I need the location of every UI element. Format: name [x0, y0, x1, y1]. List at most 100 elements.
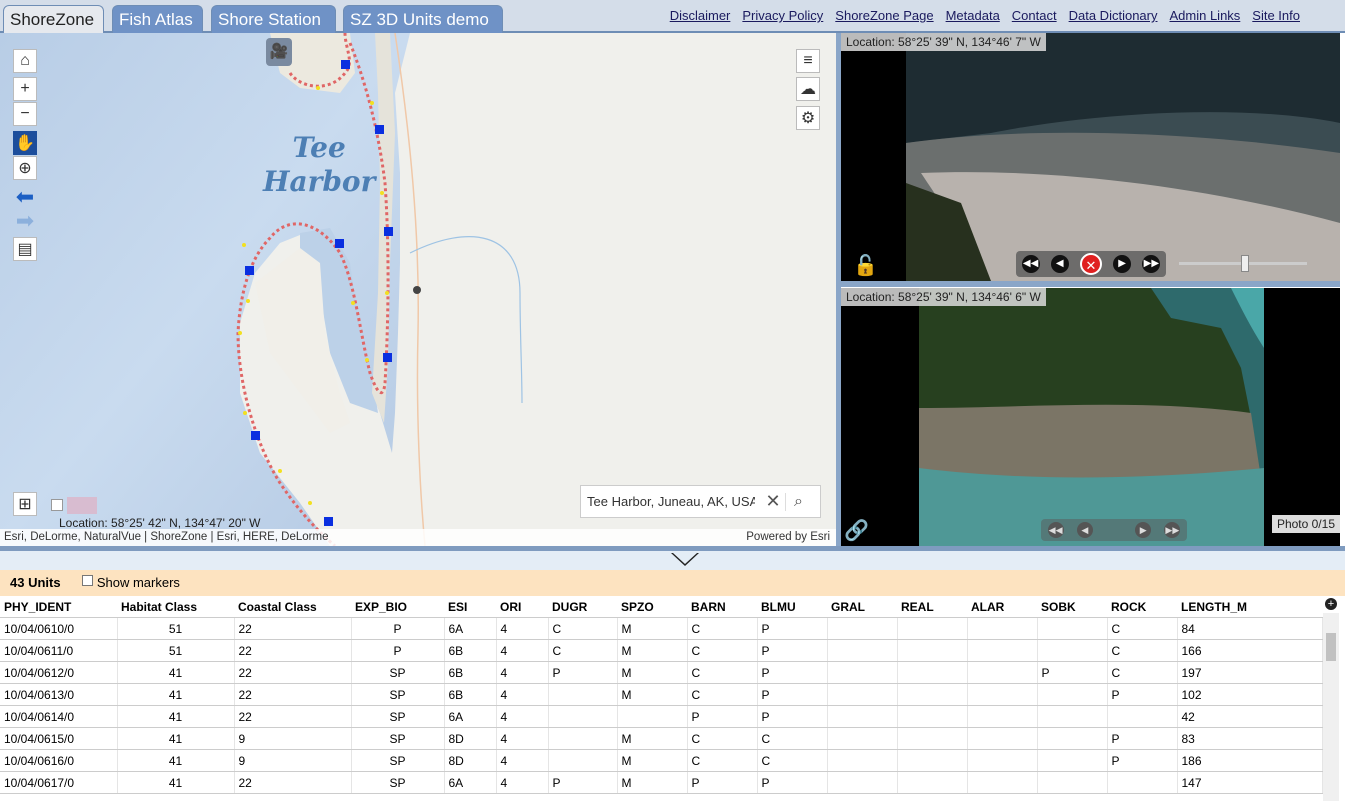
list-icon[interactable]: ≡: [796, 49, 820, 73]
step-forward-icon[interactable]: ▶: [1113, 255, 1132, 273]
cloud-download-icon[interactable]: ☁: [796, 77, 820, 101]
zoom-magnifier-icon[interactable]: ⊕: [13, 156, 37, 180]
forward-arrow-icon[interactable]: ➡: [13, 208, 37, 233]
photo-first-icon[interactable]: ◀◀: [1047, 522, 1064, 538]
header-esi[interactable]: ESI: [444, 597, 496, 618]
table-cell: C: [1107, 661, 1178, 684]
photo-location: Location: 58°25' 39" N, 134°46' 6" W: [841, 288, 1046, 306]
table-cell: 41: [117, 683, 235, 706]
map-attribution: Esri, DeLorme, NaturalVue | ShoreZone | …: [0, 529, 836, 546]
header-coastal-class[interactable]: Coastal Class: [234, 597, 351, 618]
header-gral[interactable]: GRAL: [827, 597, 897, 618]
table-row[interactable]: 10/04/0615/0 41 9 SP 8D 4 M C C P 83: [0, 727, 1323, 750]
link-chain-icon[interactable]: 🔗: [844, 518, 869, 543]
overlay-checkbox[interactable]: [51, 499, 63, 511]
link-privacy-policy[interactable]: Privacy Policy: [742, 8, 823, 23]
powered-by-esri[interactable]: Powered by Esri: [746, 531, 830, 543]
fast-forward-icon[interactable]: ▶▶: [1142, 255, 1161, 273]
table-row[interactable]: 10/04/0613/0 41 22 SP 6B 4 M C P P 102: [0, 683, 1323, 706]
layers-stack-icon[interactable]: ▤: [13, 237, 37, 261]
photo-prev-icon[interactable]: ◀: [1076, 522, 1093, 538]
table-cell: 10/04/0614/0: [0, 705, 118, 728]
table-row[interactable]: 10/04/0617/0 41 22 SP 6A 4 P M P P 147: [0, 771, 1323, 794]
map-location-readout: Location: 58°25' 42" N, 134°47' 20" W: [59, 516, 261, 530]
table-cell: [827, 727, 898, 750]
panel-splitter[interactable]: [0, 546, 1345, 570]
table-cell: 8D: [444, 749, 497, 772]
link-data-dictionary[interactable]: Data Dictionary: [1069, 8, 1158, 23]
speed-slider-handle[interactable]: [1241, 255, 1249, 272]
table-cell: 10/04/0616/0: [0, 749, 118, 772]
home-button[interactable]: ⌂: [13, 49, 37, 73]
search-input[interactable]: [581, 494, 761, 509]
tab-shore-station[interactable]: Shore Station: [211, 5, 336, 33]
link-metadata[interactable]: Metadata: [946, 8, 1000, 23]
speed-slider[interactable]: [1179, 255, 1307, 272]
table-cell: P: [687, 705, 758, 728]
gear-icon[interactable]: ⚙: [796, 106, 820, 130]
stop-icon[interactable]: ✕: [1079, 253, 1102, 275]
clear-search-icon[interactable]: ✕: [761, 491, 785, 512]
tab-sz-3d-units-demo[interactable]: SZ 3D Units demo: [343, 5, 503, 33]
header-alar[interactable]: ALAR: [967, 597, 1037, 618]
map-place-label: Tee Harbor: [263, 131, 375, 199]
table-body: 10/04/0610/0 51 22 P 6A 4 C M C P C 84 10/04/0611/0 5…: [0, 617, 1323, 794]
zoom-out-button[interactable]: −: [13, 102, 37, 126]
header-spzo[interactable]: SPZO: [617, 597, 687, 618]
table-row[interactable]: 10/04/0616/0 41 9 SP 8D 4 M C C P 186: [0, 749, 1323, 772]
table-cell: P: [548, 661, 618, 684]
table-cell: [967, 771, 1038, 794]
search-icon[interactable]: ⌕: [785, 492, 811, 511]
header-exp-bio[interactable]: EXP_BIO: [351, 597, 444, 618]
link-admin-links[interactable]: Admin Links: [1169, 8, 1240, 23]
show-markers-checkbox[interactable]: [82, 575, 94, 586]
photo-last-icon[interactable]: ▶▶: [1164, 522, 1181, 538]
link-contact[interactable]: Contact: [1012, 8, 1057, 23]
horizontal-splitter[interactable]: [841, 281, 1340, 287]
table-row[interactable]: 10/04/0611/0 51 22 P 6B 4 C M C P C 166: [0, 639, 1323, 662]
zoom-in-button[interactable]: +: [13, 77, 37, 101]
table-row[interactable]: 10/04/0614/0 41 22 SP 6A 4 P P 42: [0, 705, 1323, 728]
header-length-m[interactable]: LENGTH_M: [1177, 597, 1323, 618]
header-blmu[interactable]: BLMU: [757, 597, 827, 618]
unlock-icon[interactable]: 🔓: [853, 253, 878, 278]
pan-hand-icon[interactable]: ✋: [13, 131, 37, 155]
header-real[interactable]: REAL: [897, 597, 967, 618]
table-row[interactable]: 10/04/0610/0 51 22 P 6A 4 C M C P C 84: [0, 617, 1323, 640]
header-sobk[interactable]: SOBK: [1037, 597, 1107, 618]
fast-rewind-icon[interactable]: ◀◀: [1021, 255, 1040, 273]
scrollbar-thumb[interactable]: [1326, 633, 1336, 661]
tab-shorezone[interactable]: ShoreZone: [3, 5, 104, 33]
table-row[interactable]: 10/04/0612/0 41 22 SP 6B 4 P M C P P C 197: [0, 661, 1323, 684]
table-cell: C: [687, 749, 758, 772]
header-rock[interactable]: ROCK: [1107, 597, 1177, 618]
map-view[interactable]: Tee Harbor ⌂ + − ✋ ⊕ ⬅ ➡ ▤ ⊞ ≡ ☁ ⚙ 🎥 ✕ ⌕…: [0, 33, 836, 546]
header-dugr[interactable]: DUGR: [548, 597, 617, 618]
link-disclaimer[interactable]: Disclaimer: [670, 8, 731, 23]
table-cell: [1037, 727, 1108, 750]
table-cell: 4: [496, 749, 549, 772]
link-site-info[interactable]: Site Info: [1252, 8, 1300, 23]
header-habitat-class[interactable]: Habitat Class: [117, 597, 234, 618]
add-column-icon[interactable]: +: [1325, 598, 1337, 610]
table-cell: [897, 771, 968, 794]
step-back-icon[interactable]: ◀: [1050, 255, 1069, 273]
header-phy-ident[interactable]: PHY_IDENT: [0, 597, 117, 618]
collapse-arrow-inner: [673, 553, 697, 564]
show-markers-label[interactable]: Show markers: [97, 575, 180, 590]
qr-grid-icon[interactable]: ⊞: [13, 492, 37, 516]
table-cell: 10/04/0617/0: [0, 771, 118, 794]
tab-fish-atlas[interactable]: Fish Atlas: [112, 5, 203, 33]
link-shorezone-page[interactable]: ShoreZone Page: [835, 8, 933, 23]
table-scrollbar[interactable]: [1323, 613, 1339, 801]
table-cell: 8D: [444, 727, 497, 750]
photo-next-icon[interactable]: ▶: [1135, 522, 1152, 538]
table-cell: [897, 617, 968, 640]
header-ori[interactable]: ORI: [496, 597, 548, 618]
table-cell: 51: [117, 639, 235, 662]
header-barn[interactable]: BARN: [687, 597, 757, 618]
table-cell: 6A: [444, 617, 497, 640]
camera-icon[interactable]: 🎥: [266, 38, 292, 66]
back-arrow-icon[interactable]: ⬅: [13, 184, 37, 209]
video-frame: [841, 33, 1340, 281]
